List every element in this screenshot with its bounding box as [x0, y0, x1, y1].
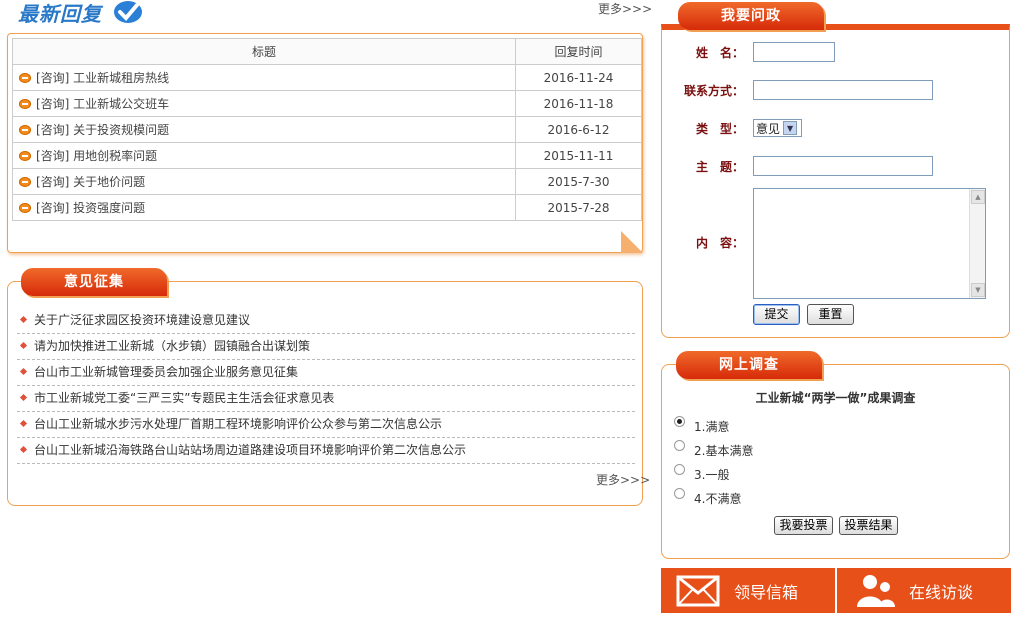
opinion-link[interactable]: 请为加快推进工业新城（水步镇）园镇融合出谋划策: [34, 339, 310, 353]
message-icon: [19, 177, 31, 187]
message-icon: [19, 73, 31, 83]
latest-more-link[interactable]: 更多>>>: [598, 0, 652, 17]
latest-replies-header: 最新回复: [18, 0, 144, 26]
scroll-down-icon[interactable]: ▼: [971, 283, 985, 297]
content-textarea[interactable]: ▲ ▼: [753, 188, 986, 299]
scroll-up-icon[interactable]: ▲: [971, 190, 985, 204]
type-select-value: 意见: [756, 121, 781, 136]
table-row: [咨询] 工业新城租房热线 2016-11-24: [12, 64, 642, 91]
opinion-link[interactable]: 关于广泛征求园区投资环境建设意见建议: [34, 313, 250, 327]
radio-button[interactable]: [674, 416, 685, 427]
list-item[interactable]: 请为加快推进工业新城（水步镇）园镇融合出谋划策: [17, 334, 635, 360]
submit-button[interactable]: 提交: [753, 304, 800, 325]
leader-mailbox-label: 领导信箱: [734, 582, 799, 602]
opinion-link[interactable]: 台山工业新城沿海铁路台山站站场周边道路建设项目环境影响评价第二次信息公示: [34, 443, 466, 457]
reply-date: 2016-11-24: [515, 64, 642, 91]
opinion-link[interactable]: 台山市工业新城管理委员会加强企业服务意见征集: [34, 365, 298, 379]
content-label: 内 容：: [695, 236, 744, 250]
bullet-icon: [19, 393, 28, 402]
subject-field[interactable]: [753, 156, 933, 176]
list-item[interactable]: 关于广泛征求园区投资环境建设意见建议: [17, 308, 635, 334]
reply-title-link[interactable]: [咨询] 关于地价问题: [36, 175, 145, 189]
latest-replies-title: 最新回复: [18, 1, 102, 26]
survey-title: 网上调查: [676, 351, 822, 379]
survey-option-label: 4.不满意: [694, 492, 742, 506]
bullet-icon: [19, 419, 28, 428]
survey-option-label: 2.基本满意: [694, 444, 754, 458]
table-row: [咨询] 用地创税率问题 2015-11-11: [12, 142, 642, 169]
list-item[interactable]: 台山工业新城沿海铁路台山站站场周边道路建设项目环境影响评价第二次信息公示: [17, 438, 635, 464]
opinion-link[interactable]: 市工业新城党工委“三严三实”专题民主生活会征求意见表: [34, 391, 334, 405]
latest-replies-panel: 标题 回复时间 [咨询] 工业新城租房热线 2016-11-24 [咨询] 工业…: [7, 33, 643, 253]
table-row: [咨询] 关于投资规模问题 2016-6-12: [12, 116, 642, 143]
list-item[interactable]: 市工业新城党工委“三严三实”专题民主生活会征求意见表: [17, 386, 635, 412]
survey-option-label: 3.一般: [694, 468, 730, 482]
column-header-title: 标题: [12, 38, 516, 65]
list-item[interactable]: 台山市工业新城管理委员会加强企业服务意见征集: [17, 360, 635, 386]
message-icon: [19, 151, 31, 161]
survey-question: 工业新城“两学一做”成果调查: [755, 391, 916, 405]
bullet-icon: [19, 341, 28, 350]
replies-table: 标题 回复时间 [咨询] 工业新城租房热线 2016-11-24 [咨询] 工业…: [12, 38, 642, 221]
survey-option-1[interactable]: 1.满意: [674, 416, 730, 435]
reply-title-link[interactable]: [咨询] 投资强度问题: [36, 201, 145, 215]
scrollbar[interactable]: ▲ ▼: [969, 189, 985, 298]
opinion-title: 意见征集: [21, 268, 167, 296]
reply-title-link[interactable]: [咨询] 工业新城公交班车: [36, 97, 169, 111]
users-icon: [857, 574, 895, 607]
reply-date: 2015-11-11: [515, 142, 642, 169]
opinion-list: 关于广泛征求园区投资环境建设意见建议 请为加快推进工业新城（水步镇）园镇融合出谋…: [17, 308, 635, 464]
reply-date: 2015-7-28: [515, 194, 642, 221]
table-row: [咨询] 工业新城公交班车 2016-11-18: [12, 90, 642, 117]
survey-option-label: 1.满意: [694, 420, 730, 434]
reply-title-link[interactable]: [咨询] 工业新城租房热线: [36, 71, 169, 85]
bullet-icon: [19, 367, 28, 376]
online-interview-button[interactable]: 在线访谈: [837, 568, 1011, 613]
message-icon: [19, 99, 31, 109]
chevron-down-icon: ▼: [783, 121, 798, 135]
contact-label: 联系方式：: [683, 84, 744, 98]
bullet-icon: [19, 445, 28, 454]
radio-button[interactable]: [674, 440, 685, 451]
message-icon: [19, 203, 31, 213]
message-icon: [19, 125, 31, 135]
survey-option-3[interactable]: 3.一般: [674, 464, 730, 483]
vote-results-button[interactable]: 投票结果: [839, 516, 898, 535]
radio-button[interactable]: [674, 464, 685, 475]
list-item[interactable]: 台山工业新城水步污水处理厂首期工程环境影响评价公众参与第二次信息公示: [17, 412, 635, 438]
check-icon: [114, 1, 142, 23]
survey-option-2[interactable]: 2.基本满意: [674, 440, 754, 459]
bullet-icon: [19, 315, 28, 324]
radio-button[interactable]: [674, 488, 685, 499]
reply-date: 2015-7-30: [515, 168, 642, 195]
online-interview-label: 在线访谈: [909, 582, 974, 602]
vote-button[interactable]: 我要投票: [774, 516, 833, 535]
table-row: [咨询] 投资强度问题 2015-7-28: [12, 194, 642, 221]
opinion-link[interactable]: 台山工业新城水步污水处理厂首期工程环境影响评价公众参与第二次信息公示: [34, 417, 442, 431]
reply-date: 2016-6-12: [515, 116, 642, 143]
name-label: 姓 名：: [695, 46, 744, 60]
reply-title-link[interactable]: [咨询] 用地创税率问题: [36, 149, 157, 163]
page-fold-decoration: [621, 231, 643, 253]
column-header-date: 回复时间: [515, 38, 642, 65]
reply-title-link[interactable]: [咨询] 关于投资规模问题: [36, 123, 169, 137]
type-label: 类 型：: [695, 122, 744, 136]
subject-label: 主 题：: [695, 160, 744, 174]
survey-option-4[interactable]: 4.不满意: [674, 488, 742, 507]
name-field[interactable]: [753, 42, 835, 62]
contact-field[interactable]: [753, 80, 933, 100]
opinion-more-link[interactable]: 更多>>>: [596, 471, 650, 488]
reset-button[interactable]: 重置: [807, 304, 854, 325]
reply-date: 2016-11-18: [515, 90, 642, 117]
leader-mailbox-button[interactable]: 领导信箱: [661, 568, 835, 613]
table-row: [咨询] 关于地价问题 2015-7-30: [12, 168, 642, 195]
mail-icon: [676, 575, 720, 606]
type-select[interactable]: 意见 ▼: [753, 119, 802, 137]
ask-title: 我要问政: [678, 2, 824, 30]
